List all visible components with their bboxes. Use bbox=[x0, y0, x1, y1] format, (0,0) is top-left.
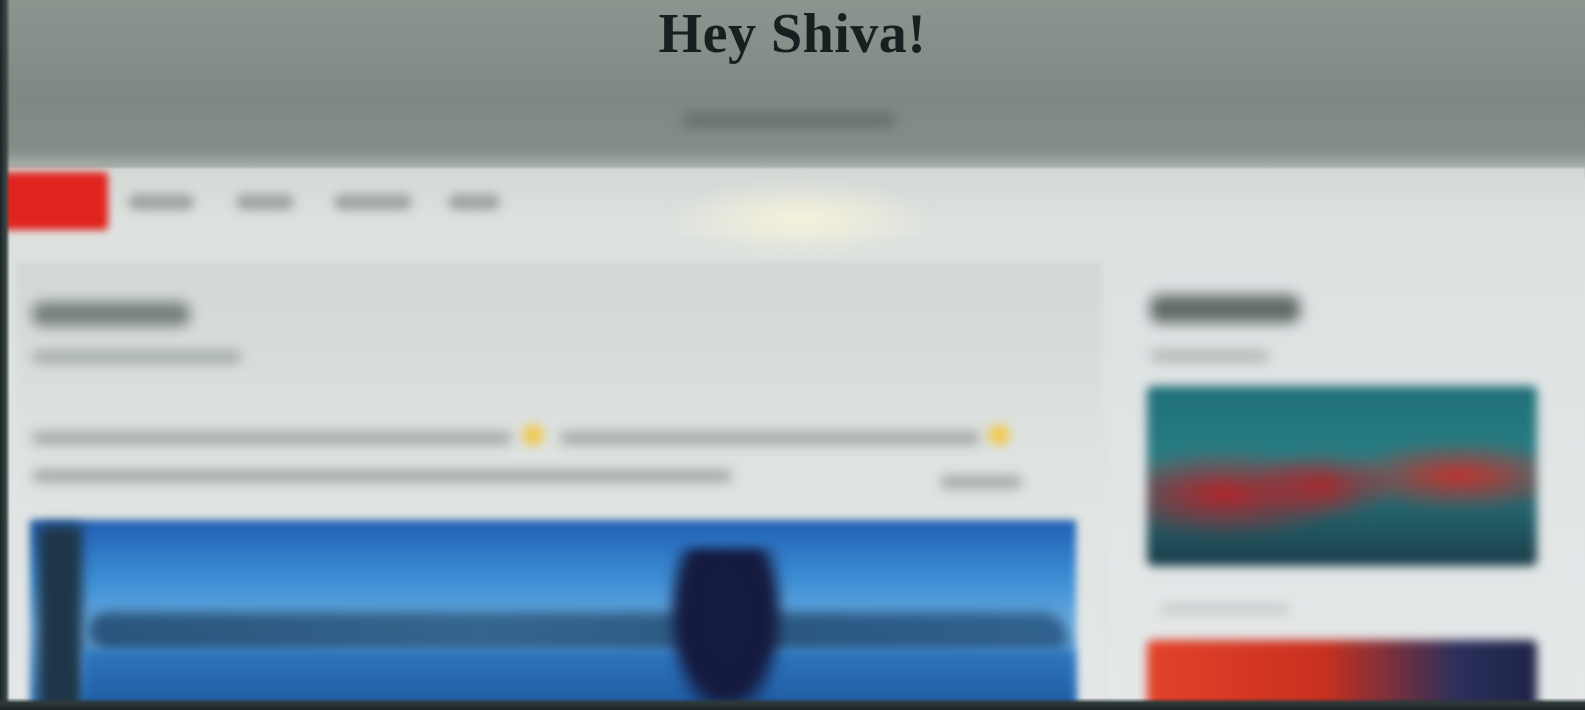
monitor-bezel-bottom bbox=[0, 698, 1585, 710]
browser-viewport: Hey Shiva! bbox=[0, 0, 1585, 710]
sidebar-post-meta bbox=[1160, 604, 1290, 614]
post-excerpt-line bbox=[560, 432, 980, 444]
featured-image-hills bbox=[88, 612, 1068, 652]
read-more-link[interactable] bbox=[940, 476, 1022, 488]
nav-item-5[interactable] bbox=[448, 194, 500, 210]
nav-item-3[interactable] bbox=[236, 194, 294, 210]
post-excerpt-line bbox=[32, 470, 732, 482]
site-tagline bbox=[682, 112, 896, 128]
nav-item-home[interactable] bbox=[0, 172, 108, 230]
monitor-bezel-left bbox=[0, 0, 10, 710]
post-excerpt-line bbox=[32, 432, 512, 444]
post-meta bbox=[32, 350, 242, 364]
sidebar-post-meta bbox=[1150, 350, 1270, 362]
post-title[interactable] bbox=[32, 302, 190, 326]
nav-item-4[interactable] bbox=[334, 194, 412, 210]
featured-image-person bbox=[668, 548, 784, 710]
screen-glare bbox=[660, 180, 940, 258]
site-title[interactable]: Hey Shiva! bbox=[0, 2, 1585, 66]
emoji-icon bbox=[522, 424, 544, 446]
sidebar-post-thumbnail[interactable] bbox=[1147, 386, 1537, 566]
sidebar-title bbox=[1150, 295, 1300, 323]
featured-image-frame bbox=[38, 525, 82, 710]
emoji-icon bbox=[988, 424, 1010, 446]
nav-item-2[interactable] bbox=[128, 194, 194, 210]
